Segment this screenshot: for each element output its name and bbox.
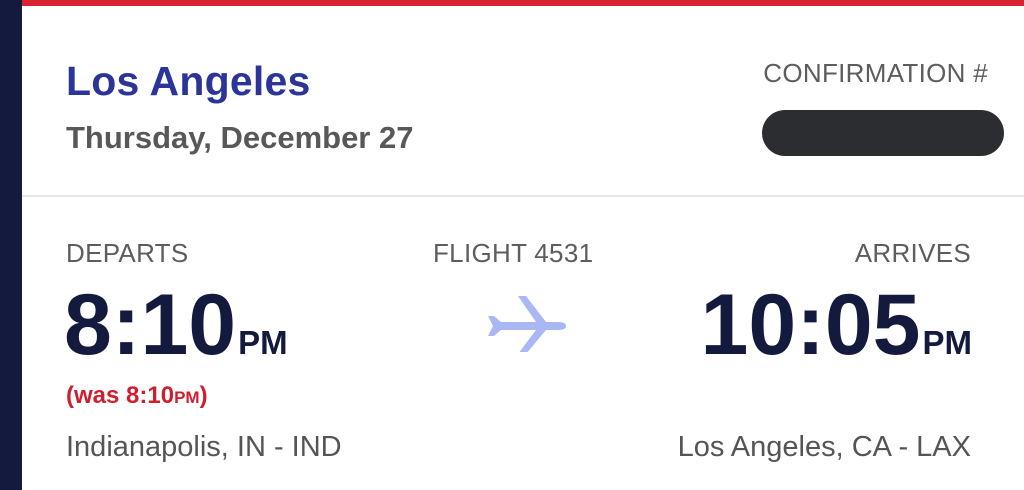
arrival-time: 10:05PM: [701, 282, 972, 368]
departure-time: 8:10PM: [64, 282, 288, 368]
confirmation-label: CONFIRMATION #: [763, 58, 988, 88]
airplane-icon: [488, 296, 566, 352]
departure-time-value: 8:10: [64, 277, 237, 373]
flight-date: Thursday, December 27: [66, 120, 414, 155]
arrival-airport: Los Angeles, CA - LAX: [677, 431, 971, 463]
departure-airport: Indianapolis, IN - IND: [66, 431, 342, 463]
confirmation-number-redacted: [762, 110, 1004, 156]
arrival-time-ampm: PM: [922, 324, 973, 361]
was-suffix: ): [199, 382, 208, 409]
was-prefix: (was 8:10: [66, 382, 175, 409]
departs-label: DEPARTS: [66, 238, 189, 268]
previous-departure-time: (was 8:10PM): [66, 382, 208, 410]
destination-city-title: Los Angeles: [66, 58, 311, 104]
was-ampm: PM: [174, 388, 200, 407]
flight-number-label: FLIGHT 4531: [433, 238, 594, 268]
departure-time-ampm: PM: [238, 324, 288, 361]
left-accent-bar: [0, 0, 22, 490]
divider: [22, 195, 1024, 197]
arrives-label: ARRIVES: [854, 238, 971, 268]
arrival-time-value: 10:05: [700, 277, 921, 373]
flight-card: Los Angeles Thursday, December 27 CONFIR…: [22, 6, 1024, 490]
